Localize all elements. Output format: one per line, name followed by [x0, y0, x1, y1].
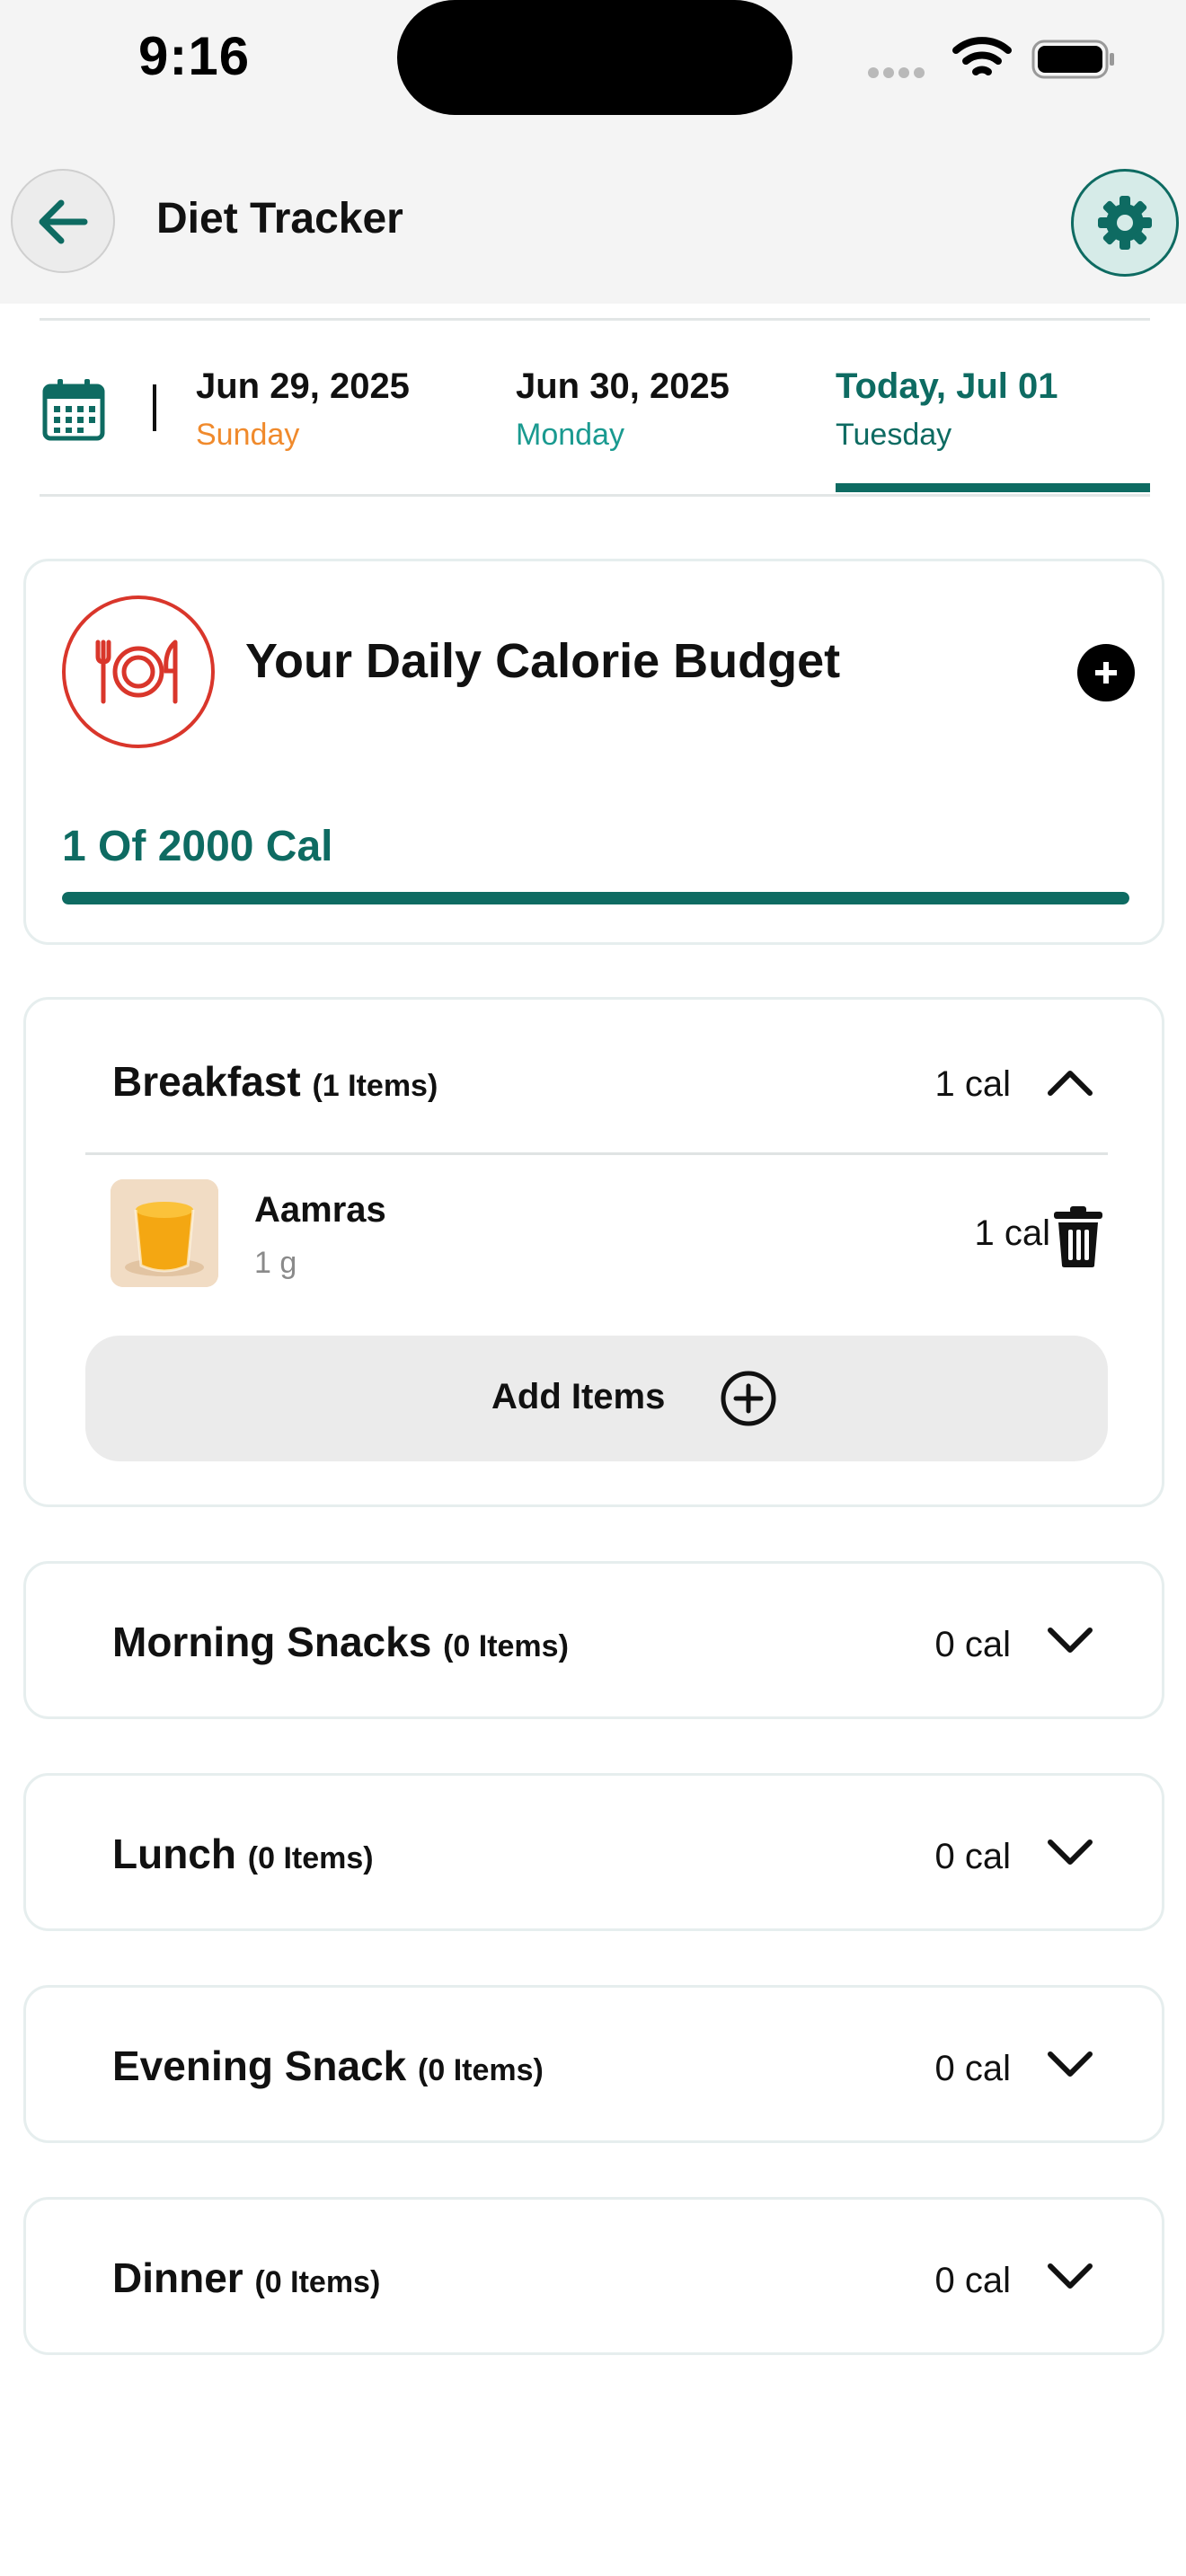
meal-name: Lunch	[112, 1831, 236, 1877]
meal-divider	[85, 1152, 1108, 1155]
plus-circle-icon	[721, 1371, 776, 1426]
status-time: 9:16	[138, 26, 251, 86]
settings-button[interactable]	[1071, 169, 1179, 277]
meal-header-evening-snack: Evening Snack (0 Items)	[112, 2042, 544, 2090]
meal-header-morning-snacks: Morning Snacks (0 Items)	[112, 1618, 569, 1666]
meal-card-lunch[interactable]: Lunch (0 Items) 0 cal	[23, 1773, 1164, 1931]
food-name: Aamras	[254, 1190, 386, 1230]
meal-item-count: (0 Items)	[254, 2265, 381, 2299]
calorie-budget-card: Your Daily Calorie Budget 1 Of 2000 Cal	[23, 559, 1164, 945]
page-title: Diet Tracker	[156, 195, 403, 243]
meal-item-count: (1 Items)	[312, 1069, 438, 1103]
budget-title: Your Daily Calorie Budget	[245, 634, 841, 688]
plate-cutlery-icon	[62, 595, 215, 748]
day-label: Sunday	[196, 418, 300, 452]
wifi-icon	[952, 37, 1012, 75]
meal-calories: 0 cal	[934, 1625, 1012, 1664]
meal-item-count: (0 Items)	[443, 1629, 569, 1663]
food-thumbnail	[111, 1179, 218, 1287]
date-strip-separator	[153, 384, 156, 431]
meal-name: Dinner	[112, 2254, 243, 2301]
date-tab-today[interactable]: Today, Jul 01 Tuesday	[836, 366, 1058, 453]
date-label: Jun 29, 2025	[196, 366, 410, 406]
trash-icon[interactable]	[1050, 1204, 1106, 1269]
meal-calories: 1 cal	[934, 1064, 1012, 1104]
meal-name: Breakfast	[112, 1058, 301, 1105]
calorie-progress-bar	[62, 892, 1129, 904]
meal-calories: 0 cal	[934, 2261, 1012, 2300]
meal-calories: 0 cal	[934, 1837, 1012, 1876]
food-quantity: 1 g	[254, 1246, 297, 1280]
date-strip-top-divider	[40, 318, 1150, 321]
meal-header-dinner: Dinner (0 Items)	[112, 2254, 380, 2302]
battery-icon	[1031, 40, 1114, 79]
back-arrow-icon	[39, 199, 88, 244]
meal-card-evening-snack[interactable]: Evening Snack (0 Items) 0 cal	[23, 1985, 1164, 2143]
meal-name: Morning Snacks	[112, 1619, 432, 1665]
chevron-down-icon[interactable]	[1045, 1623, 1095, 1659]
meal-card-morning-snacks[interactable]: Morning Snacks (0 Items) 0 cal	[23, 1561, 1164, 1719]
date-tab-jun-29[interactable]: Jun 29, 2025 Sunday	[196, 366, 410, 453]
app-header: 9:16 Diet Tracker	[0, 0, 1186, 304]
signal-icon	[868, 66, 933, 78]
chevron-down-icon[interactable]	[1045, 1835, 1095, 1871]
meal-header-breakfast[interactable]: Breakfast (1 Items)	[112, 1057, 438, 1106]
meal-header-lunch: Lunch (0 Items)	[112, 1830, 374, 1878]
date-tab-jun-30[interactable]: Jun 30, 2025 Monday	[516, 366, 730, 453]
add-items-button[interactable]: Add Items	[85, 1336, 1108, 1461]
chevron-down-icon[interactable]	[1045, 2047, 1095, 2083]
meal-calories: 0 cal	[934, 2049, 1012, 2088]
date-label: Jun 30, 2025	[516, 366, 730, 406]
chevron-up-icon[interactable]	[1045, 1064, 1095, 1100]
meal-card-breakfast: Breakfast (1 Items) 1 cal Aamras 1 g 1 c…	[23, 997, 1164, 1507]
dynamic-island	[397, 0, 792, 115]
day-label: Tuesday	[836, 418, 952, 452]
chevron-down-icon[interactable]	[1045, 2259, 1095, 2295]
meal-item-count: (0 Items)	[418, 2053, 544, 2087]
date-strip-bottom-divider	[40, 494, 1150, 497]
meal-card-dinner[interactable]: Dinner (0 Items) 0 cal	[23, 2197, 1164, 2355]
gear-icon	[1098, 196, 1152, 250]
add-items-label: Add Items	[491, 1377, 666, 1416]
calendar-icon[interactable]	[41, 377, 106, 442]
meal-name: Evening Snack	[112, 2042, 407, 2089]
budget-summary: 1 Of 2000 Cal	[62, 823, 333, 870]
back-button[interactable]	[11, 169, 115, 273]
active-date-indicator	[836, 483, 1150, 492]
food-calories: 1 cal	[974, 1213, 1051, 1253]
add-budget-button[interactable]	[1077, 644, 1135, 701]
date-label: Today, Jul 01	[836, 366, 1058, 406]
calorie-progress-fill	[62, 892, 1129, 904]
meal-item-count: (0 Items)	[247, 1841, 374, 1875]
day-label: Monday	[516, 418, 624, 452]
